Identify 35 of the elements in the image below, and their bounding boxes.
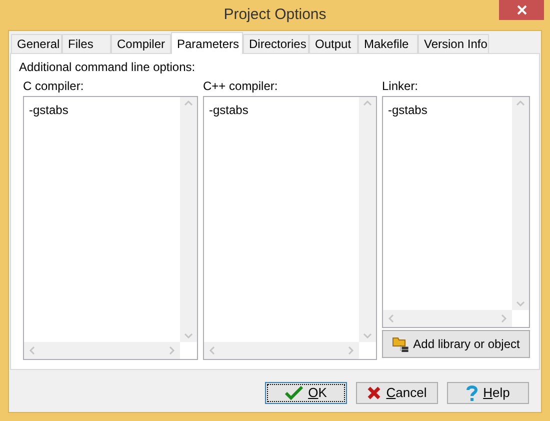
tab[interactable]: Compiler [111, 34, 171, 53]
add-library-button[interactable]: Add library or object [382, 330, 530, 358]
tab[interactable]: Version Info [418, 34, 489, 53]
tab[interactable]: Makefile [358, 34, 418, 53]
tab[interactable]: General [11, 34, 62, 53]
tab[interactable]: Directories [243, 34, 309, 53]
horizontal-scrollbar[interactable] [383, 310, 512, 327]
field-value: -gstabs [388, 102, 428, 119]
field-label: C compiler: [23, 78, 85, 94]
close-button[interactable] [499, 0, 544, 20]
field-value: -gstabs [209, 102, 248, 119]
vertical-scrollbar[interactable] [512, 97, 529, 310]
field-label: C++ compiler: [203, 78, 279, 94]
question-mark-icon [466, 384, 478, 402]
text-area[interactable]: -gstabs [382, 96, 530, 328]
tab[interactable]: Files [62, 34, 111, 53]
section-label: Additional command line options: [19, 59, 196, 75]
field-value: -gstabs [29, 102, 68, 119]
ok-button[interactable]: OK [265, 382, 347, 404]
horizontal-scrollbar[interactable] [24, 342, 180, 359]
vertical-scrollbar[interactable] [359, 97, 376, 342]
text-area[interactable]: -gstabs [203, 96, 377, 360]
cancel-button[interactable]: Cancel [356, 382, 438, 404]
window-title: Project Options [224, 4, 326, 25]
field-label: Linker: [382, 78, 420, 94]
tab[interactable]: Output [309, 34, 358, 53]
tab[interactable]: Parameters [171, 32, 243, 54]
close-icon [516, 5, 526, 15]
horizontal-scrollbar[interactable] [204, 342, 359, 359]
folder-icon [392, 336, 410, 352]
check-icon [285, 386, 304, 400]
text-area[interactable]: -gstabs [23, 96, 198, 360]
cross-icon [367, 386, 382, 400]
vertical-scrollbar[interactable] [180, 97, 197, 342]
help-button[interactable]: Help [447, 382, 529, 404]
